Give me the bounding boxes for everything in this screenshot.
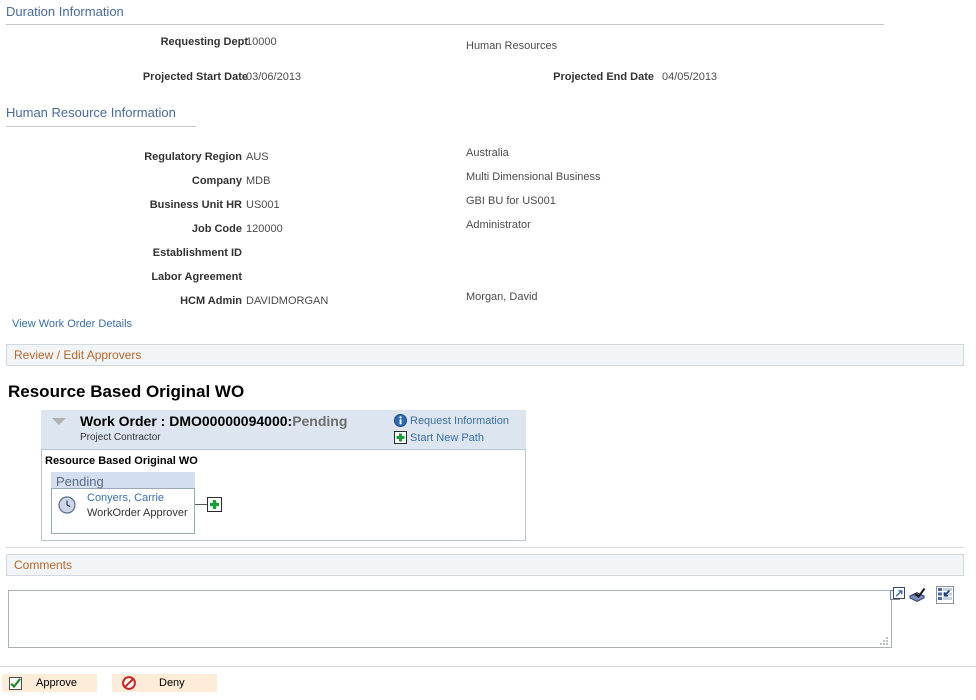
label-requesting-dept: Requesting Dept: [20, 36, 248, 48]
page-title: Resource Based Original WO: [8, 382, 244, 402]
value-projected-end-date: 04/05/2013: [662, 71, 717, 83]
lookup-icon[interactable]: [936, 586, 954, 604]
deny-button[interactable]: Deny: [112, 674, 217, 692]
approve-button[interactable]: Approve: [2, 674, 97, 692]
value-job-code: 120000: [246, 223, 283, 235]
value-hcm-admin: DAVIDMORGAN: [246, 295, 328, 307]
stage-connector-line: [195, 504, 207, 505]
section-rule-human-resource: [6, 126, 196, 127]
label-job-code: Job Code: [20, 223, 242, 235]
plus-icon[interactable]: [394, 431, 407, 444]
approval-page: Duration Information Requesting Dept 100…: [0, 0, 976, 700]
label-company: Company: [20, 175, 242, 187]
footer-separator: [0, 666, 976, 667]
label-establishment-id: Establishment ID: [20, 247, 242, 259]
label-labor-agreement: Labor Agreement: [20, 271, 242, 283]
work-order-heading: Work Order : DMO00000094000:Pending: [80, 413, 347, 429]
approve-check-icon: [9, 677, 22, 690]
workflow-separator: [6, 547, 964, 548]
expand-icon[interactable]: [890, 587, 906, 603]
label-regulatory-region: Regulatory Region: [20, 151, 242, 163]
value-projected-start-date: 03/06/2013: [246, 71, 301, 83]
start-new-path-link[interactable]: Start New Path: [410, 432, 484, 444]
work-order-subtitle: Project Contractor: [80, 432, 161, 443]
review-edit-approvers-label[interactable]: Review / Edit Approvers: [14, 348, 141, 362]
desc-regulatory-region: Australia: [466, 147, 509, 159]
approver-name-link[interactable]: Conyers, Carrie: [87, 492, 164, 504]
clock-icon: [58, 496, 76, 514]
label-hcm-admin: HCM Admin: [20, 295, 242, 307]
work-order-title-prefix: Work Order :: [80, 413, 169, 429]
spellcheck-icon[interactable]: [908, 587, 926, 603]
desc-company: Multi Dimensional Business: [466, 171, 601, 183]
section-header-human-resource: Human Resource Information: [6, 105, 176, 120]
approver-role-label: WorkOrder Approver: [87, 507, 188, 519]
approval-path-name: Resource Based Original WO: [45, 455, 198, 467]
value-regulatory-region: AUS: [246, 151, 269, 163]
request-information-link[interactable]: Request Information: [410, 415, 509, 427]
value-business-unit-hr: US001: [246, 199, 280, 211]
section-header-duration: Duration Information: [6, 4, 124, 19]
work-order-status: Pending: [292, 413, 347, 429]
desc-job-code: Administrator: [466, 219, 531, 231]
approve-button-label: Approve: [36, 677, 77, 689]
review-edit-approvers-bar[interactable]: [6, 344, 964, 366]
value-company: MDB: [246, 175, 270, 187]
comments-bar-label[interactable]: Comments: [14, 558, 72, 572]
approval-stage-status: Pending: [56, 474, 104, 489]
deny-icon: [122, 676, 136, 690]
comments-input[interactable]: [8, 590, 892, 648]
info-icon[interactable]: [394, 414, 407, 427]
value-requesting-dept: 10000: [246, 36, 277, 48]
section-rule-duration: [6, 24, 884, 25]
view-work-order-details-link[interactable]: View Work Order Details: [12, 318, 132, 330]
collapse-triangle-icon[interactable]: [52, 418, 66, 425]
desc-business-unit-hr: GBI BU for US001: [466, 195, 556, 207]
insert-approver-plus-icon[interactable]: [207, 497, 222, 512]
label-projected-end-date: Projected End Date: [430, 71, 654, 83]
label-projected-start-date: Projected Start Date: [20, 71, 248, 83]
deny-button-label: Deny: [159, 677, 185, 689]
label-business-unit-hr: Business Unit HR: [20, 199, 242, 211]
comments-bar[interactable]: [6, 554, 964, 576]
desc-hcm-admin: Morgan, David: [466, 291, 538, 303]
work-order-id: DMO00000094000: [169, 413, 287, 429]
desc-requesting-dept: Human Resources: [466, 40, 557, 52]
